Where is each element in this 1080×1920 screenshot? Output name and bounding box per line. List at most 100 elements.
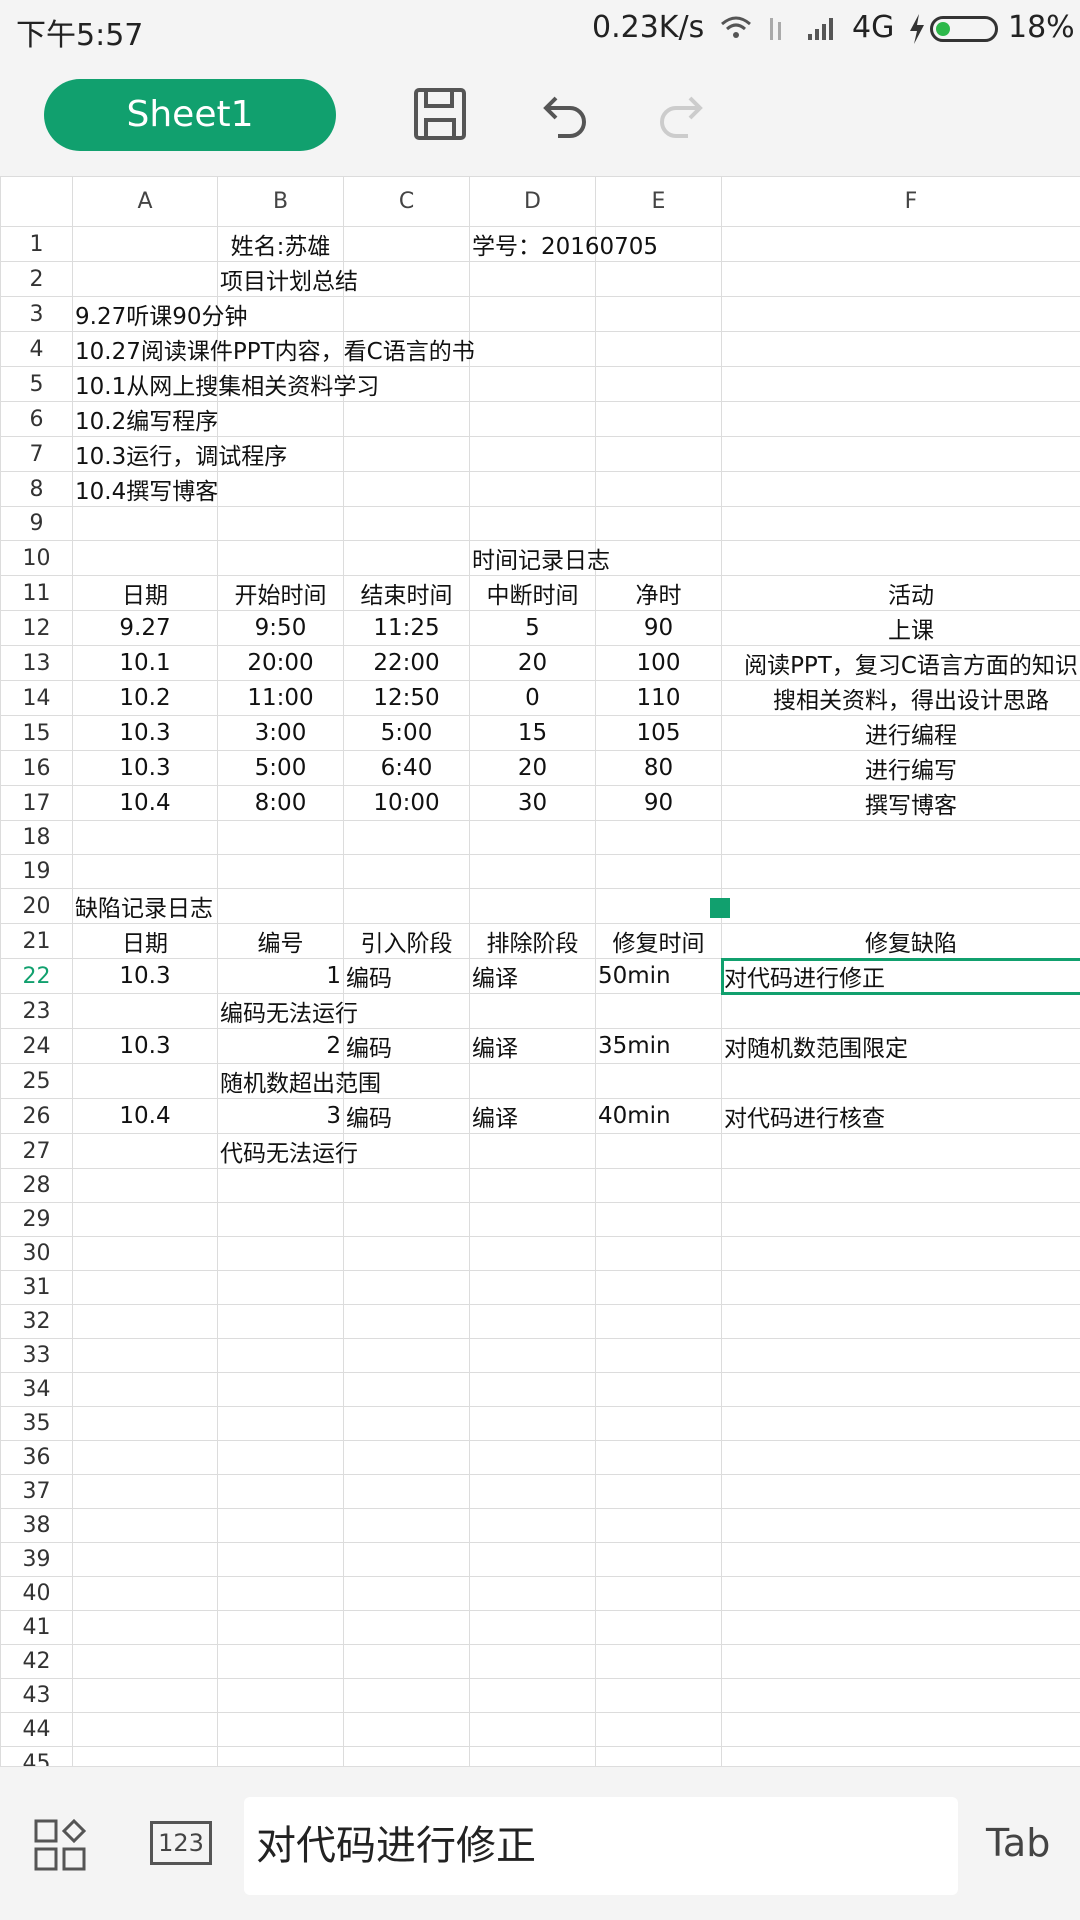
cell[interactable]: 110: [595, 680, 722, 716]
cell[interactable]: 引入阶段: [343, 923, 470, 959]
cell[interactable]: [343, 401, 470, 437]
row-header[interactable]: 22: [0, 958, 73, 994]
cell[interactable]: 编码: [343, 1028, 470, 1064]
cell[interactable]: [217, 1270, 344, 1305]
cell[interactable]: 对随机数范围限定: [721, 1028, 1080, 1064]
cell[interactable]: 代码无法运行: [217, 1133, 358, 1169]
cell[interactable]: [72, 1372, 218, 1407]
cell[interactable]: [721, 1610, 1080, 1645]
redo-icon[interactable]: [656, 86, 712, 142]
row-header[interactable]: 9: [0, 506, 73, 541]
cell[interactable]: [343, 1474, 470, 1509]
cell[interactable]: [72, 1168, 218, 1203]
cell[interactable]: [72, 226, 218, 262]
cell[interactable]: [595, 436, 722, 472]
cell[interactable]: [72, 1338, 218, 1373]
cell[interactable]: 11:25: [343, 610, 470, 646]
cell[interactable]: 搜相关资料，得出设计思路: [721, 680, 1080, 716]
selection-handle[interactable]: [710, 898, 730, 918]
cell[interactable]: [217, 471, 344, 507]
cell[interactable]: [72, 1236, 218, 1271]
cell[interactable]: [595, 1372, 722, 1407]
cell[interactable]: 编译: [469, 958, 596, 994]
row-header[interactable]: 33: [0, 1338, 73, 1373]
cell[interactable]: [217, 1236, 344, 1271]
cell[interactable]: [469, 1133, 596, 1169]
cell[interactable]: [217, 1168, 344, 1203]
cell[interactable]: [595, 506, 722, 541]
cell[interactable]: [217, 1644, 344, 1679]
cell[interactable]: 上课: [721, 610, 1080, 646]
cell[interactable]: [72, 540, 218, 576]
cell[interactable]: [721, 1508, 1080, 1543]
cell[interactable]: [721, 993, 1080, 1029]
cell[interactable]: 2: [217, 1028, 344, 1064]
cell[interactable]: [343, 471, 470, 507]
cell[interactable]: 阅读PPT，复习C语言方面的知识: [721, 645, 1080, 681]
cell[interactable]: [217, 854, 344, 889]
cell[interactable]: [469, 1338, 596, 1373]
cell[interactable]: 进行编程: [721, 715, 1080, 751]
cell[interactable]: [721, 1644, 1080, 1679]
cell[interactable]: [721, 226, 1080, 262]
row-header[interactable]: 23: [0, 993, 73, 1029]
cell[interactable]: 9.27听课90分钟: [72, 296, 247, 332]
cell[interactable]: [72, 1712, 218, 1747]
cell[interactable]: [469, 1236, 596, 1271]
cell[interactable]: 10.27阅读课件PPT内容，看C语言的书: [72, 331, 475, 367]
cell[interactable]: [469, 1063, 596, 1099]
cell[interactable]: [343, 1440, 470, 1475]
cell-edit-input[interactable]: 对代码进行修正: [244, 1797, 958, 1895]
cell[interactable]: [595, 820, 722, 855]
cell[interactable]: [721, 506, 1080, 541]
cell[interactable]: [595, 331, 722, 367]
cell[interactable]: [595, 1576, 722, 1611]
cell[interactable]: 90: [595, 785, 722, 821]
row-header[interactable]: 28: [0, 1168, 73, 1203]
row-header[interactable]: 13: [0, 645, 73, 681]
cell[interactable]: [72, 1644, 218, 1679]
column-header[interactable]: B: [217, 176, 344, 227]
cell[interactable]: [469, 820, 596, 855]
cell[interactable]: [595, 296, 722, 332]
row-header[interactable]: 41: [0, 1610, 73, 1645]
cell[interactable]: [343, 1678, 470, 1713]
cell[interactable]: 1: [217, 958, 344, 994]
cell[interactable]: [343, 888, 470, 924]
row-header[interactable]: 40: [0, 1576, 73, 1611]
cell[interactable]: [721, 1270, 1080, 1305]
cell[interactable]: 编码: [343, 1098, 470, 1134]
cell[interactable]: [217, 540, 344, 576]
cell[interactable]: 对代码进行核查: [721, 1098, 1080, 1134]
column-header[interactable]: C: [343, 176, 470, 227]
row-header[interactable]: 39: [0, 1542, 73, 1577]
cell[interactable]: [72, 854, 218, 889]
cell[interactable]: [469, 296, 596, 332]
cell[interactable]: [217, 1678, 344, 1713]
cell[interactable]: [343, 1576, 470, 1611]
cell[interactable]: 撰写博客: [721, 785, 1080, 821]
cell[interactable]: 50min: [595, 958, 722, 994]
cell[interactable]: [343, 436, 470, 472]
row-header[interactable]: 26: [0, 1098, 73, 1134]
cell[interactable]: [72, 506, 218, 541]
cell[interactable]: [343, 1644, 470, 1679]
cell[interactable]: [217, 1372, 344, 1407]
cell[interactable]: [343, 1202, 470, 1237]
cell[interactable]: [721, 1304, 1080, 1339]
cell[interactable]: [595, 1338, 722, 1373]
cell[interactable]: [72, 1542, 218, 1577]
cell[interactable]: [721, 1746, 1080, 1766]
sheet-tab[interactable]: Sheet1: [44, 79, 336, 151]
cell[interactable]: [217, 888, 344, 924]
cell[interactable]: [469, 1474, 596, 1509]
cell[interactable]: 10.2编写程序: [72, 401, 218, 437]
cell[interactable]: [469, 401, 596, 437]
row-header[interactable]: 21: [0, 923, 73, 959]
cell[interactable]: [595, 1542, 722, 1577]
row-header[interactable]: 3: [0, 296, 73, 332]
row-header[interactable]: 29: [0, 1202, 73, 1237]
cell[interactable]: [217, 1304, 344, 1339]
cell[interactable]: 8:00: [217, 785, 344, 821]
cell[interactable]: 姓名:苏雄: [217, 226, 344, 262]
